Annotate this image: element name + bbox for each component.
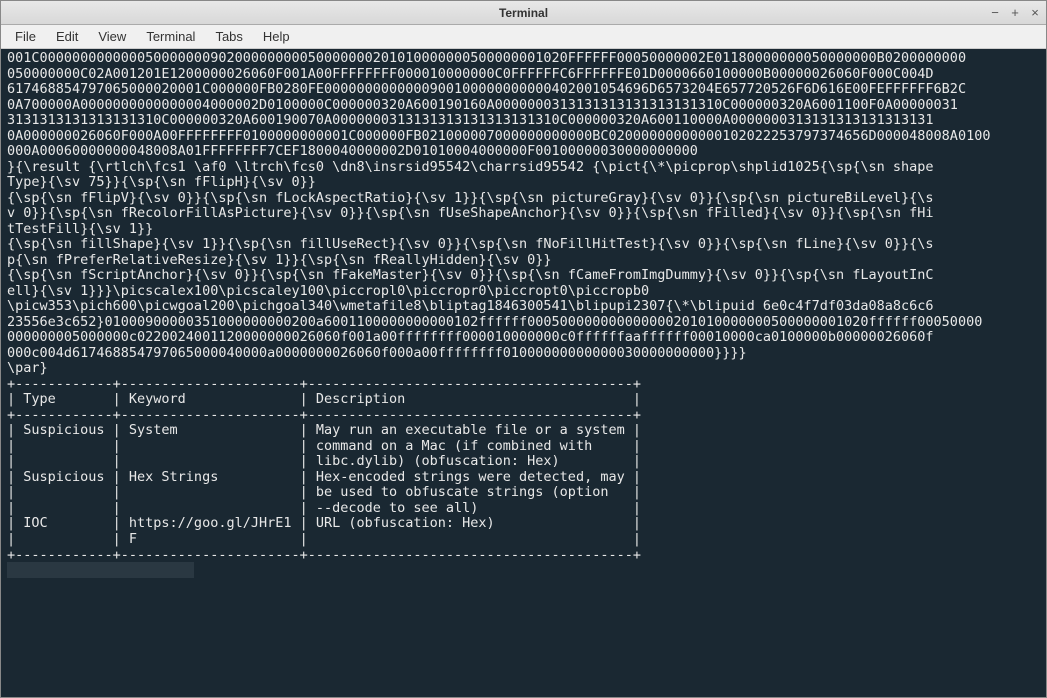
terminal-window: Terminal − + × File Edit View Terminal T… [0, 0, 1047, 698]
hex-line: 617468854797065000020001C000000FB0280FE0… [7, 81, 966, 97]
table-row: | Suspicious | System | May run an execu… [7, 422, 641, 438]
menu-help[interactable]: Help [253, 27, 300, 46]
rtf-line: 23556e3c652}01000900000351000000000200a6… [7, 314, 982, 330]
table-row: | IOC | https://goo.gl/JHrE1 | URL (obfu… [7, 515, 641, 531]
titlebar[interactable]: Terminal − + × [1, 1, 1046, 25]
table-row: | | | --decode to see all) | [7, 500, 641, 516]
window-title: Terminal [499, 6, 548, 20]
table-row: | | | be used to obfuscate strings (opti… [7, 484, 641, 500]
menu-file[interactable]: File [5, 27, 46, 46]
hex-line: 000c004d617468854797065000040000a0000000… [7, 345, 747, 361]
menu-view[interactable]: View [88, 27, 136, 46]
rtf-line: \picw353\pich600\picwgoal200\pichgoal340… [7, 298, 934, 314]
rtf-line: {\sp{\sn fScriptAnchor}{\sv 0}}{\sp{\sn … [7, 267, 934, 283]
menu-tabs[interactable]: Tabs [205, 27, 252, 46]
rtf-line: ell}{\sv 1}}}\picscalex100\picscaley100\… [7, 283, 649, 299]
rtf-line: Type}{\sv 75}}{\sp{\sn fFlipH}{\sv 0}} [7, 174, 316, 190]
table-row: | | | command on a Mac (if combined with… [7, 438, 641, 454]
hex-line: 000000005000000c022002400112000000002606… [7, 329, 934, 345]
terminal-content[interactable]: 001C000000000000050000000902000000000500… [1, 49, 1046, 697]
window-controls: − + × [988, 6, 1042, 20]
menu-terminal[interactable]: Terminal [136, 27, 205, 46]
rtf-line: {\sp{\sn fillShape}{\sv 1}}{\sp{\sn fill… [7, 236, 934, 252]
menubar: File Edit View Terminal Tabs Help [1, 25, 1046, 49]
table-row: | Suspicious | Hex Strings | Hex-encoded… [7, 469, 641, 485]
table-row: | | F | | [7, 531, 641, 547]
terminal-output: 001C000000000000050000000902000000000500… [7, 51, 1040, 579]
hex-line: 000A00060000000048008A01FFFFFFFF7CEF1800… [7, 143, 698, 159]
minimize-icon[interactable]: − [988, 6, 1002, 20]
table-header: | Type | Keyword | Description | [7, 391, 641, 407]
table-border: +------------+----------------------+---… [7, 407, 641, 423]
hex-line: 0A700000A0000000000000004000002D0100000C… [7, 97, 958, 113]
hex-line: 3131313131313131310C000000320A600190070A… [7, 112, 934, 128]
rtf-line: v 0}}{\sp{\sn fRecolorFillAsPicture}{\sv… [7, 205, 934, 221]
hex-line: 050000000C02A001201E1200000026060F001A00… [7, 66, 934, 82]
rtf-line: }{\result {\rtlch\fcs1 \af0 \ltrch\fcs0 … [7, 159, 934, 175]
table-border: +------------+----------------------+---… [7, 547, 641, 563]
rtf-line: p{\sn fPreferRelativeResize}{\sv 1}}{\sp… [7, 252, 552, 268]
hex-line: 0A000000026060F000A00FFFFFFFF01000000000… [7, 128, 990, 144]
rtf-line: tTestFill}{\sv 1}} [7, 221, 153, 237]
hex-line: 001C000000000000050000000902000000000500… [7, 50, 966, 66]
close-icon[interactable]: × [1028, 6, 1042, 20]
prompt-highlight [7, 562, 194, 578]
maximize-icon[interactable]: + [1008, 6, 1022, 20]
table-border: +------------+----------------------+---… [7, 376, 641, 392]
table-row: | | | libc.dylib) (obfuscation: Hex) | [7, 453, 641, 469]
menu-edit[interactable]: Edit [46, 27, 88, 46]
rtf-line: {\sp{\sn fFlipV}{\sv 0}}{\sp{\sn fLockAs… [7, 190, 934, 206]
rtf-par: \par} [7, 360, 48, 376]
